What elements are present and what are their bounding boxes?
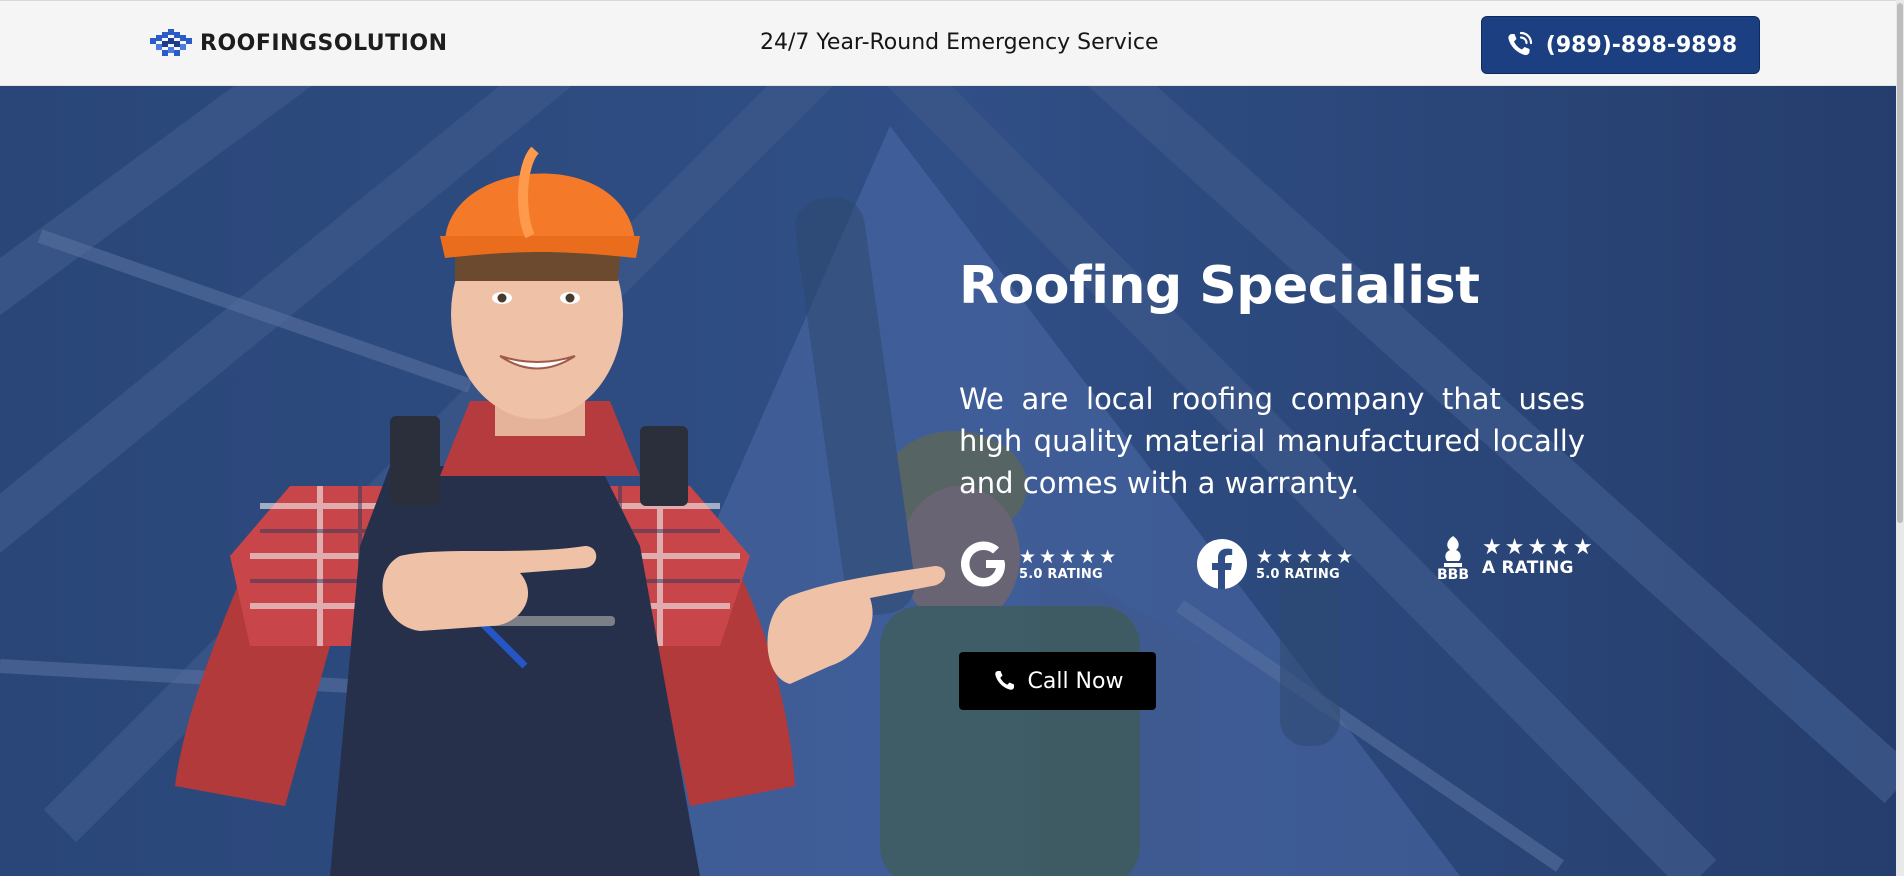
hero-section: Roofing Specialist We are local roofing … [0, 86, 1904, 876]
facebook-stars: ★★★★★ [1256, 545, 1357, 568]
site-header: ROOFINGSOLUTION 24/7 Year-Round Emergenc… [0, 0, 1904, 86]
header-phone-button[interactable]: (989)-898-9898 [1481, 16, 1760, 74]
google-rating-text: 5.0 RATING [1019, 566, 1103, 582]
page-scrollbar[interactable] [1896, 0, 1904, 876]
google-icon [961, 541, 1005, 587]
bbb-rating-badge: BBB ★★★★★ A RATING [1432, 534, 1596, 582]
call-now-button[interactable]: Call Now [959, 652, 1156, 710]
google-rating-badge: ★★★★★ 5.0 RATING [959, 538, 1119, 590]
scrollbar-thumb[interactable] [1897, 3, 1903, 523]
facebook-rating-badge: ★★★★★ 5.0 RATING [1196, 538, 1356, 590]
phone-number: (989)-898-9898 [1545, 32, 1738, 58]
brand-logo[interactable]: ROOFINGSOLUTION [150, 29, 447, 57]
facebook-rating-text: 5.0 RATING [1256, 566, 1340, 582]
hero-description: We are local roofing company that uses h… [959, 382, 1585, 500]
bbb-icon: BBB [1432, 534, 1474, 582]
google-stars: ★★★★★ [1019, 545, 1120, 568]
pixel-roof-logo-icon [150, 29, 192, 56]
roof-construction-background [0, 86, 1904, 876]
hero-title: Roofing Specialist [959, 256, 1480, 316]
phone-call-icon [1508, 31, 1532, 56]
call-now-label: Call Now [1027, 668, 1124, 694]
bbb-stars: ★★★★★ [1482, 535, 1596, 560]
bbb-rating-text: A RATING [1482, 558, 1574, 578]
emergency-service-text: 24/7 Year-Round Emergency Service [760, 30, 1159, 55]
facebook-icon [1197, 539, 1247, 589]
phone-icon [994, 671, 1014, 690]
brand-name: ROOFINGSOLUTION [200, 30, 448, 56]
